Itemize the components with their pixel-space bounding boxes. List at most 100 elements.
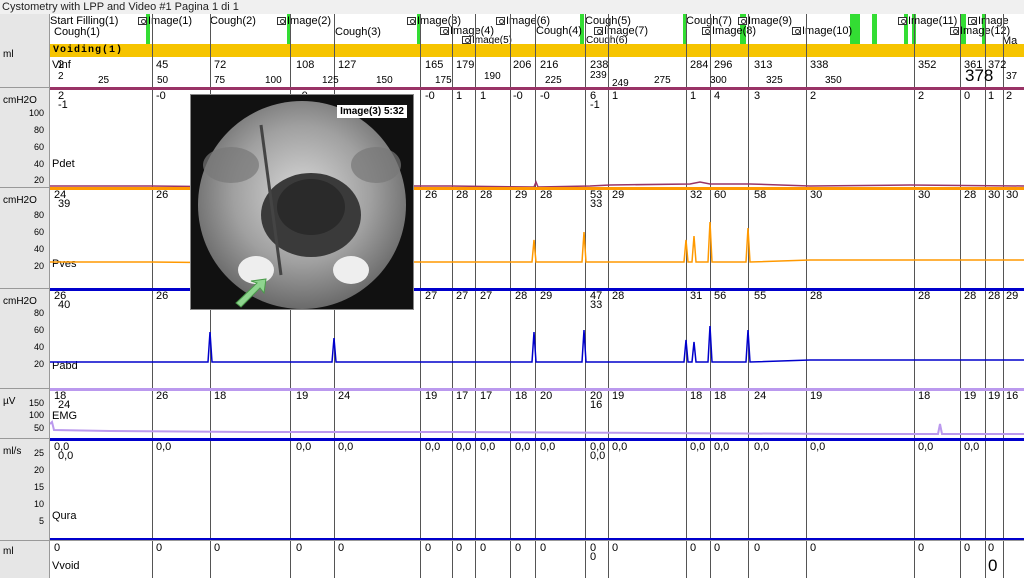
vinf-scale: 25: [98, 75, 110, 86]
pves-value: 28: [480, 189, 493, 201]
pves-value: 29: [612, 189, 625, 201]
camera-icon: [462, 36, 471, 44]
qura-value: 0,0: [338, 441, 354, 453]
event-line: [1003, 14, 1004, 578]
axis-tick: 20: [33, 359, 44, 369]
vvoid-value: 0: [964, 542, 971, 554]
qura-value: 0,0: [58, 450, 74, 462]
pdet-value: -0: [513, 90, 523, 102]
vvoid-value: 0: [156, 542, 163, 554]
pabd-value: 28: [964, 290, 977, 302]
camera-icon: [594, 27, 603, 35]
axis-tick: 15: [33, 482, 44, 492]
vvoid-value: 0: [714, 542, 721, 554]
vinf-value: 179: [456, 59, 475, 71]
emg-value: 19: [988, 390, 1001, 402]
event-cough-4[interactable]: Cough(4): [536, 26, 582, 37]
qura-value: 0,0: [515, 441, 531, 453]
camera-icon: [738, 17, 747, 25]
event-line: [152, 14, 153, 578]
vinf-value: 45: [156, 59, 169, 71]
qura-trace: [50, 538, 1024, 540]
vinf-scale: 239: [590, 70, 607, 81]
vvoid-value: 0: [988, 542, 995, 554]
event-cough-2[interactable]: Cough(2): [210, 16, 256, 27]
pabd-trace: [50, 325, 1024, 363]
qura-value: 0,0: [156, 441, 172, 453]
pdet-value: -1: [58, 99, 68, 111]
vvoid-unit: ml: [3, 546, 14, 557]
pabd-unit: cmH2O: [3, 296, 37, 307]
pves-value: 26: [425, 189, 438, 201]
event-row: Start Filling(1) Cough(1) Image(1) Cough…: [50, 14, 1024, 47]
voiding-bar[interactable]: [50, 44, 1024, 57]
vinf-scale: 300: [710, 75, 727, 86]
vinf-scale: 175: [435, 75, 452, 86]
pabd-value: 28: [918, 290, 931, 302]
pabd-value: 33: [590, 299, 603, 311]
event-cough-3[interactable]: Cough(3): [335, 27, 381, 38]
event-image-2[interactable]: Image(2): [277, 16, 331, 27]
vinf-scale: 275: [654, 75, 671, 86]
pabd-value: 56: [714, 290, 727, 302]
vinf-value: 352: [918, 59, 937, 71]
pdet-value: -0: [425, 90, 435, 102]
axis-tick: 5: [38, 516, 44, 526]
camera-icon: [407, 17, 416, 25]
qura-value: 0,0: [714, 441, 730, 453]
emg-value: 19: [964, 390, 977, 402]
pabd-value: 40: [58, 299, 71, 311]
vinf-value: 284: [690, 59, 709, 71]
emg-value: 19: [296, 390, 309, 402]
axis-tick: 40: [33, 342, 44, 352]
pdet-value: -0: [540, 90, 550, 102]
pdet-value: 1: [612, 90, 619, 102]
vvoid-value: 0: [754, 542, 761, 554]
emg-value: 26: [156, 390, 169, 402]
emg-value: 19: [612, 390, 625, 402]
emg-value: 24: [338, 390, 351, 402]
vvoid-value: 0: [425, 542, 432, 554]
pves-value: 30: [1006, 189, 1019, 201]
camera-icon: [950, 27, 959, 35]
qura-value: 0,0: [754, 441, 770, 453]
event-cough-1[interactable]: Cough(1): [54, 27, 100, 38]
pabd-value: 28: [988, 290, 1001, 302]
camera-icon: [138, 17, 147, 25]
axis-tick: 150: [28, 398, 44, 408]
axis-tick: 20: [33, 261, 44, 271]
qura-label: Qura: [52, 510, 77, 522]
vinf-value: 165: [425, 59, 444, 71]
event-line: [985, 14, 986, 578]
vvoid-value: 0: [214, 542, 221, 554]
event-image-10[interactable]: Image(10): [792, 26, 852, 37]
pdet-value: 1: [456, 90, 463, 102]
axis-tick: 10: [33, 499, 44, 509]
camera-icon: [968, 17, 977, 25]
pves-value: 30: [810, 189, 823, 201]
event-line: [608, 14, 609, 578]
event-line: [535, 14, 536, 578]
axis-tick: 50: [33, 423, 44, 433]
vinf-value: 72: [214, 59, 227, 71]
pves-unit: cmH2O: [3, 195, 37, 206]
vvoid-value: 0: [54, 542, 61, 554]
event-image-1[interactable]: Image(1): [138, 16, 192, 27]
emg-value: 19: [810, 390, 823, 402]
axis-tick: 40: [33, 159, 44, 169]
vinf-value: 313: [754, 59, 773, 71]
qura-value: 0,0: [918, 441, 934, 453]
qura-value: 0,0: [964, 441, 980, 453]
emg-value: 19: [425, 390, 438, 402]
fluoroscopy-image: [198, 101, 406, 309]
qura-value: 0,0: [296, 441, 312, 453]
pabd-value: 31: [690, 290, 703, 302]
vinf-value: 296: [714, 59, 733, 71]
event-image-11[interactable]: Image(11): [898, 16, 957, 27]
pves-value: 29: [515, 189, 528, 201]
event-line: [710, 14, 711, 578]
vinf-scale: 190: [484, 71, 501, 82]
image-preview-popup[interactable]: Image(3) 5:32: [190, 94, 414, 310]
event-image-9[interactable]: Image(9): [738, 16, 792, 27]
pves-value: 30: [918, 189, 931, 201]
